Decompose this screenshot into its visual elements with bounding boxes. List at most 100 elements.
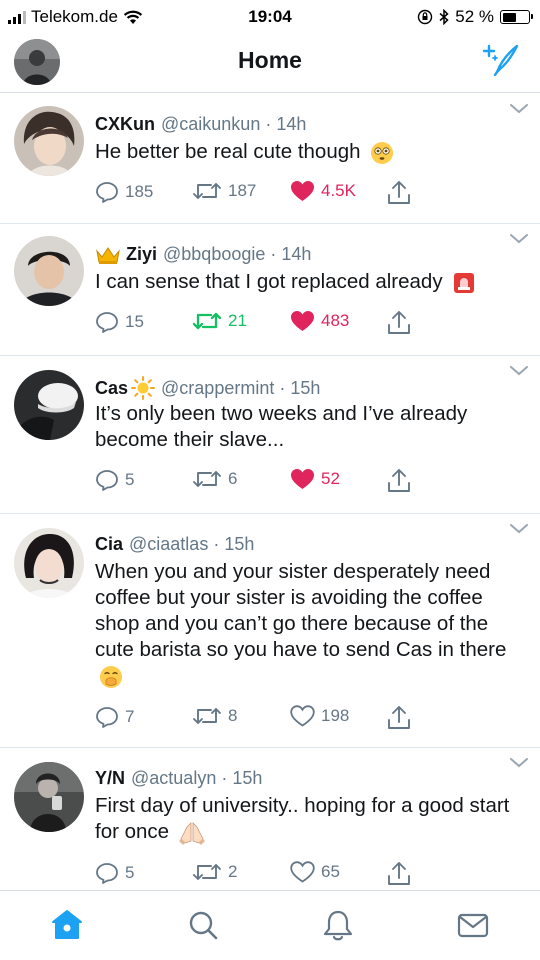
chevron-down-icon[interactable] xyxy=(510,234,528,244)
avatar[interactable] xyxy=(14,762,84,832)
timeline: CXKun @caikunkun · 14h He better be real… xyxy=(0,94,540,894)
tweet-header: Cas @crappermint · 15h xyxy=(95,376,320,400)
reply-icon xyxy=(96,470,118,491)
hand-over-mouth-face-icon xyxy=(100,665,122,688)
reply-button[interactable]: 5 xyxy=(95,861,134,885)
user-handle: @bbqboogie xyxy=(163,244,266,264)
avatar[interactable] xyxy=(14,528,84,598)
display-name[interactable]: Cia xyxy=(95,534,123,555)
tweet-actions: 5 6 52 xyxy=(95,468,425,496)
chevron-down-icon[interactable] xyxy=(510,758,528,768)
reply-count: 5 xyxy=(125,470,135,489)
tweet[interactable]: Y/N @actualyn · 15h First day of univers… xyxy=(0,748,540,894)
tweet-time: 14h xyxy=(281,244,312,264)
share-button[interactable] xyxy=(386,180,412,206)
flushed-face-icon xyxy=(371,141,394,164)
like-button[interactable]: 198 xyxy=(290,705,349,727)
retweet-button[interactable]: 2 xyxy=(192,861,237,883)
crown-icon xyxy=(96,246,120,264)
user-handle: @actualyn xyxy=(131,768,217,788)
avatar[interactable] xyxy=(14,236,84,306)
tweet[interactable]: Cas @crappermint · 15h It’s only been tw… xyxy=(0,356,540,514)
chevron-down-icon[interactable] xyxy=(510,366,528,376)
tweet-header: Y/N @actualyn · 15h xyxy=(95,768,262,789)
heart-outline-icon xyxy=(290,705,315,727)
status-bar: Telekom.de 19:04 52 % xyxy=(0,0,540,34)
retweet-button[interactable]: 8 xyxy=(192,705,237,727)
separator-dot: · xyxy=(265,114,272,134)
retweet-count: 6 xyxy=(228,469,238,488)
retweet-count: 21 xyxy=(228,311,247,330)
user-handle: @crappermint xyxy=(161,377,275,398)
like-button[interactable]: 52 xyxy=(290,468,340,490)
tweet-actions: 7 8 198 xyxy=(95,705,425,733)
share-button[interactable] xyxy=(386,705,412,731)
like-count: 65 xyxy=(321,862,340,881)
reply-icon xyxy=(96,312,118,333)
retweet-icon xyxy=(193,864,221,880)
avatar[interactable] xyxy=(14,370,84,440)
like-button[interactable]: 483 xyxy=(290,310,349,332)
like-count: 483 xyxy=(321,311,350,330)
notifications-icon[interactable] xyxy=(321,908,355,942)
tweet-time: 15h xyxy=(290,377,321,398)
retweet-button[interactable]: 187 xyxy=(192,180,256,202)
like-button[interactable]: 4.5K xyxy=(290,180,356,202)
bottom-tab-bar xyxy=(0,890,540,960)
police-light-icon xyxy=(454,272,475,293)
retweet-count: 187 xyxy=(228,181,257,200)
tweet-header: Ziyi @bbqboogie · 14h xyxy=(95,244,311,265)
feather-sparkle-icon[interactable] xyxy=(482,42,520,76)
like-button[interactable]: 65 xyxy=(290,861,340,883)
share-icon xyxy=(388,706,410,729)
page-title: Home xyxy=(238,47,302,73)
tweet-text: When you and your sister desperately nee… xyxy=(95,559,525,689)
reply-button[interactable]: 5 xyxy=(95,468,134,492)
tweet-actions: 15 21 483 xyxy=(95,310,425,338)
share-icon xyxy=(388,469,410,492)
reply-count: 5 xyxy=(125,863,135,882)
tweet-text: I can sense that I got replaced already xyxy=(95,269,525,295)
heart-filled-icon xyxy=(291,469,314,489)
tweet[interactable]: Cia @ciaatlas · 15h When you and your si… xyxy=(0,514,540,748)
share-button[interactable] xyxy=(386,468,412,494)
tweet[interactable]: CXKun @caikunkun · 14h He better be real… xyxy=(0,94,540,224)
messages-icon[interactable] xyxy=(456,908,490,942)
share-button[interactable] xyxy=(386,310,412,336)
share-icon xyxy=(388,862,410,885)
tweet-text: First day of university.. hoping for a g… xyxy=(95,793,525,845)
separator-dot: · xyxy=(279,377,286,398)
tweet-body: He better be real cute though xyxy=(95,140,361,163)
tweet-time: 15h xyxy=(224,534,255,554)
top-navigation: Home xyxy=(0,34,540,93)
tweet-text: He better be real cute though xyxy=(95,139,525,165)
chevron-down-icon[interactable] xyxy=(510,104,528,114)
retweet-icon xyxy=(193,183,221,199)
folded-hands-icon xyxy=(178,821,205,845)
reply-icon xyxy=(96,863,118,884)
share-icon xyxy=(388,311,410,334)
reply-button[interactable]: 7 xyxy=(95,705,134,729)
separator-dot: · xyxy=(221,768,228,788)
share-icon xyxy=(388,181,410,204)
display-name[interactable]: Cas xyxy=(95,378,128,399)
like-count: 198 xyxy=(321,706,350,725)
display-name[interactable]: CXKun xyxy=(95,114,155,135)
tweet-time: 14h xyxy=(276,114,307,134)
reply-button[interactable]: 185 xyxy=(95,180,153,204)
home-icon[interactable] xyxy=(50,908,84,942)
display-name[interactable]: Y/N xyxy=(95,768,125,789)
search-icon[interactable] xyxy=(186,908,220,942)
tweet[interactable]: Ziyi @bbqboogie · 14h I can sense that I… xyxy=(0,224,540,356)
chevron-down-icon[interactable] xyxy=(510,524,528,534)
retweet-button[interactable]: 21 xyxy=(192,310,247,332)
heart-outline-icon xyxy=(290,861,315,883)
tweet-actions: 185 187 4.5K xyxy=(95,180,425,208)
orientation-lock-icon xyxy=(418,9,433,25)
avatar[interactable] xyxy=(14,106,84,176)
display-name[interactable]: Ziyi xyxy=(126,244,157,265)
reply-button[interactable]: 15 xyxy=(95,310,144,334)
share-button[interactable] xyxy=(386,861,412,887)
heart-filled-icon xyxy=(291,311,314,331)
retweet-button[interactable]: 6 xyxy=(192,468,237,490)
